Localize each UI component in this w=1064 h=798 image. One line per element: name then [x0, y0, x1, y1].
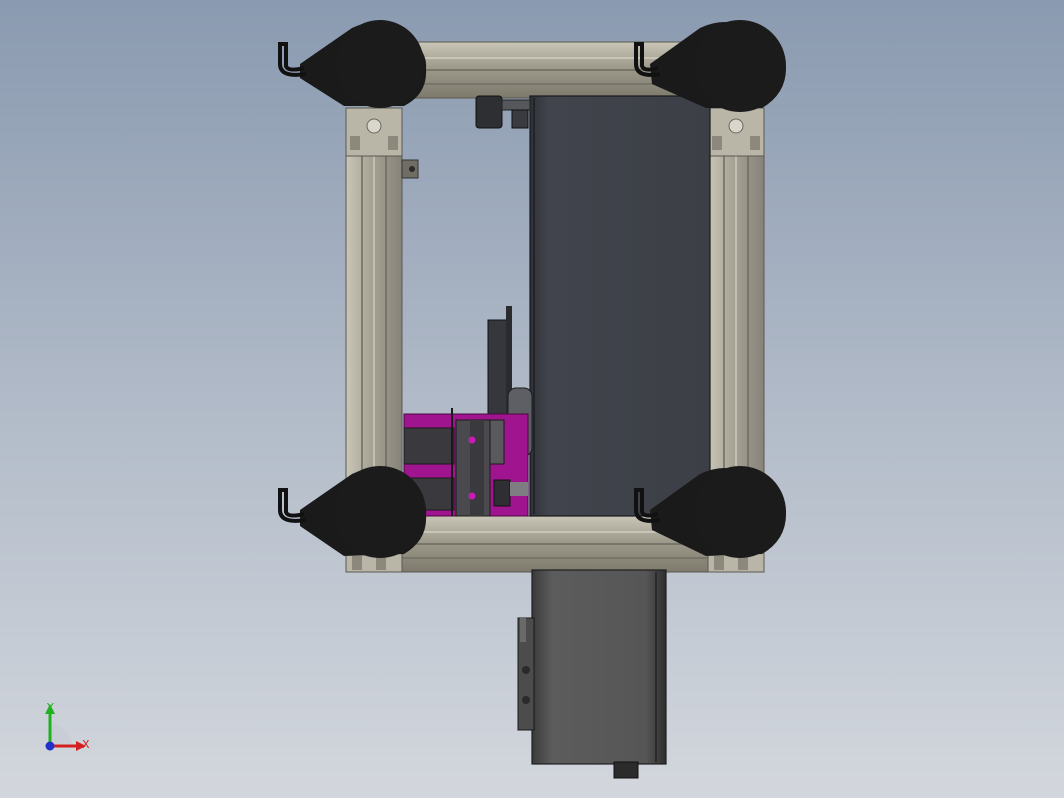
cad-model-view[interactable]: Y X — [0, 0, 1064, 798]
top-pulley[interactable] — [475, 95, 531, 129]
motor-housing[interactable] — [517, 569, 667, 779]
corner-bracket-top-left — [345, 107, 403, 157]
graphics-viewport[interactable]: Y X — [0, 0, 1064, 798]
z-axis-dot — [45, 741, 55, 751]
lift-mechanism[interactable] — [403, 306, 533, 517]
main-panel[interactable] — [529, 95, 711, 517]
corner-bracket-top-right — [707, 107, 765, 157]
rail-clip — [401, 159, 419, 179]
x-axis-label: X — [82, 738, 90, 751]
caster-top-left[interactable] — [278, 20, 427, 108]
reference-triad: Y X — [45, 701, 90, 751]
y-axis-label: Y — [46, 701, 54, 714]
caster-bottom-left[interactable] — [278, 466, 427, 558]
